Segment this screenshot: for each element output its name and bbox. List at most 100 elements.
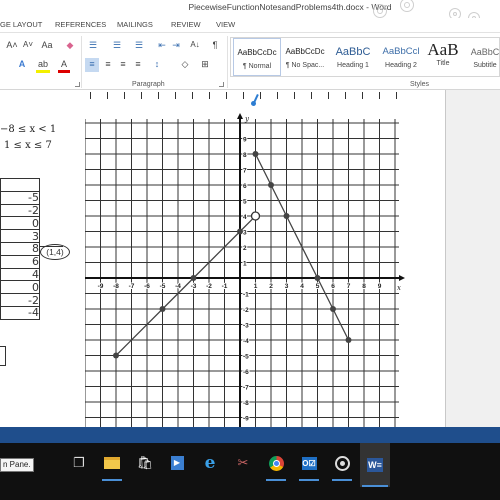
table-row: 0 bbox=[0, 280, 40, 295]
media-player-icon[interactable]: ▶ bbox=[166, 453, 188, 473]
clear-formatting-icon[interactable]: ◆ bbox=[64, 39, 76, 51]
y-tick-label: -5 bbox=[243, 354, 249, 361]
data-point bbox=[268, 182, 274, 188]
style-no-spacing[interactable]: AaBbCcDc ¶ No Spac... bbox=[281, 38, 329, 76]
table-cell: -2 bbox=[0, 203, 40, 218]
multilevel-list-button[interactable]: ☰ bbox=[132, 39, 146, 51]
tooltip: n Pane. bbox=[0, 458, 34, 472]
tab-page-layout[interactable]: GE LAYOUT bbox=[0, 20, 42, 29]
justify-button[interactable]: ≡ bbox=[131, 58, 145, 70]
ruler-tick bbox=[90, 92, 91, 99]
file-explorer-icon[interactable] bbox=[101, 453, 123, 481]
chrome-icon[interactable] bbox=[265, 453, 287, 481]
line-spacing-button[interactable]: ↕ bbox=[150, 58, 164, 70]
style-sample: AaBbC bbox=[335, 46, 371, 58]
store-icon[interactable]: 🛍 bbox=[134, 453, 156, 473]
value-table: -5 -2 0 3 8 6 4 0 -2 -4 bbox=[0, 178, 40, 320]
x-tick-label: -2 bbox=[206, 283, 212, 290]
y-tick-label: -1 bbox=[243, 292, 249, 299]
table-row: 4 bbox=[0, 267, 40, 282]
font-color-button[interactable]: A bbox=[58, 58, 70, 73]
table-row: -5 bbox=[0, 190, 40, 205]
word-icon[interactable]: W≡ bbox=[360, 443, 390, 487]
font-dialog-launcher[interactable] bbox=[75, 82, 80, 87]
outlook-icon[interactable]: O☑ bbox=[298, 453, 320, 481]
style-name: Heading 2 bbox=[385, 62, 417, 69]
borders-button[interactable]: ⊞ bbox=[198, 58, 212, 70]
style-subtitle[interactable]: AaBbC Subtitle bbox=[465, 38, 500, 76]
x-tick-label: 9 bbox=[378, 283, 382, 290]
word-window: PiecewiseFunctionNotesandProblems4th.doc… bbox=[0, 0, 500, 500]
styles-group-label: Styles bbox=[410, 81, 430, 88]
style-heading-1[interactable]: AaBbC Heading 1 bbox=[329, 38, 377, 76]
y-tick-label: 7 bbox=[243, 168, 247, 175]
style-title[interactable]: AaB Title bbox=[419, 38, 467, 76]
table-cell: 0 bbox=[0, 280, 40, 295]
style-normal[interactable]: AaBbCcDc ¶ Normal bbox=[233, 38, 281, 76]
increase-indent-button[interactable]: ⇥ bbox=[170, 39, 182, 51]
running-indicator bbox=[299, 479, 319, 481]
document-area: −8 ≤ x < 1 1 ≤ x ≤ 7 -5 -2 0 3 8 6 4 0 -2 -4 (1,4… bbox=[0, 90, 500, 430]
x-tick-label: -8 bbox=[113, 283, 119, 290]
y-tick-label: -9 bbox=[243, 416, 249, 423]
answer-box bbox=[0, 346, 6, 366]
style-sample: AaBbCcDc bbox=[285, 47, 325, 56]
style-sample: AaBbCcDc bbox=[237, 48, 277, 57]
taskbar: n Pane. ❐ 🛍 ▶ e ✂ O☑ W≡ bbox=[0, 443, 500, 500]
style-name: ¶ No Spac... bbox=[285, 62, 325, 69]
document-page[interactable]: −8 ≤ x < 1 1 ≤ x ≤ 7 -5 -2 0 3 8 6 4 0 -2 -4 (1,4… bbox=[0, 90, 446, 430]
x-tick-label: -1 bbox=[222, 283, 228, 290]
cortana-icon[interactable] bbox=[331, 453, 353, 481]
numbering-button[interactable]: ☰ bbox=[110, 39, 124, 51]
x-tick-label: -4 bbox=[175, 283, 181, 290]
table-cell: 6 bbox=[0, 254, 40, 269]
change-case-button[interactable]: Aa bbox=[38, 39, 56, 51]
ruler-tick bbox=[396, 92, 397, 99]
x-tick-label: 6 bbox=[331, 283, 335, 290]
decrease-indent-button[interactable]: ⇤ bbox=[156, 39, 168, 51]
ribbon-tabs: GE LAYOUT REFERENCES MAILINGS REVIEW VIE… bbox=[0, 18, 500, 32]
table-cell: 0 bbox=[0, 216, 40, 231]
sort-button[interactable]: A↓ bbox=[188, 39, 202, 51]
shrink-font-button[interactable]: A˅ bbox=[22, 39, 34, 51]
data-point bbox=[237, 228, 243, 235]
x-tick-label: 1 bbox=[254, 283, 258, 290]
table-row: -4 bbox=[0, 305, 40, 320]
tab-view[interactable]: VIEW bbox=[216, 20, 235, 29]
tab-review[interactable]: REVIEW bbox=[171, 20, 201, 29]
center-button[interactable]: ≡ bbox=[101, 58, 115, 70]
y-tick-label: 3 bbox=[243, 230, 247, 237]
tab-mailings[interactable]: MAILINGS bbox=[117, 20, 153, 29]
y-tick-label: 1 bbox=[243, 261, 247, 268]
decoration-circle bbox=[373, 4, 387, 18]
tab-references[interactable]: REFERENCES bbox=[55, 20, 106, 29]
table-row: 6 bbox=[0, 254, 40, 269]
paragraph-dialog-launcher[interactable] bbox=[219, 82, 224, 87]
y-tick-label: 5 bbox=[243, 199, 247, 206]
grow-font-button[interactable]: A˄ bbox=[6, 39, 18, 51]
x-axis-arrow-right bbox=[399, 275, 405, 281]
y-tick-label: 4 bbox=[243, 214, 247, 221]
task-view-icon[interactable]: ❐ bbox=[68, 453, 90, 473]
align-right-button[interactable]: ≡ bbox=[116, 58, 130, 70]
snipping-tool-icon[interactable]: ✂ bbox=[232, 453, 254, 473]
style-heading-2[interactable]: AaBbCcl Heading 2 bbox=[377, 38, 425, 76]
shading-button[interactable]: ◇ bbox=[178, 58, 192, 70]
highlight-button[interactable]: ab bbox=[36, 58, 50, 73]
ruler-tick bbox=[311, 92, 312, 99]
annotation-point: (1,4) bbox=[40, 244, 70, 260]
text-effects-button[interactable]: A bbox=[16, 58, 28, 70]
bullets-button[interactable]: ☰ bbox=[86, 39, 100, 51]
data-point bbox=[314, 275, 321, 281]
show-marks-button[interactable]: ¶ bbox=[210, 39, 220, 51]
running-indicator bbox=[332, 479, 352, 481]
table-cell: -4 bbox=[0, 305, 40, 320]
ruler-tick bbox=[226, 92, 227, 99]
align-left-button[interactable]: ≡ bbox=[85, 58, 99, 72]
chrome-logo bbox=[268, 455, 284, 471]
table-row: 3 bbox=[0, 229, 40, 243]
ruler-tick bbox=[192, 92, 193, 99]
x-tick-label: -3 bbox=[191, 283, 197, 290]
edge-icon[interactable]: e bbox=[199, 453, 221, 473]
x-tick-label: 4 bbox=[300, 283, 304, 290]
